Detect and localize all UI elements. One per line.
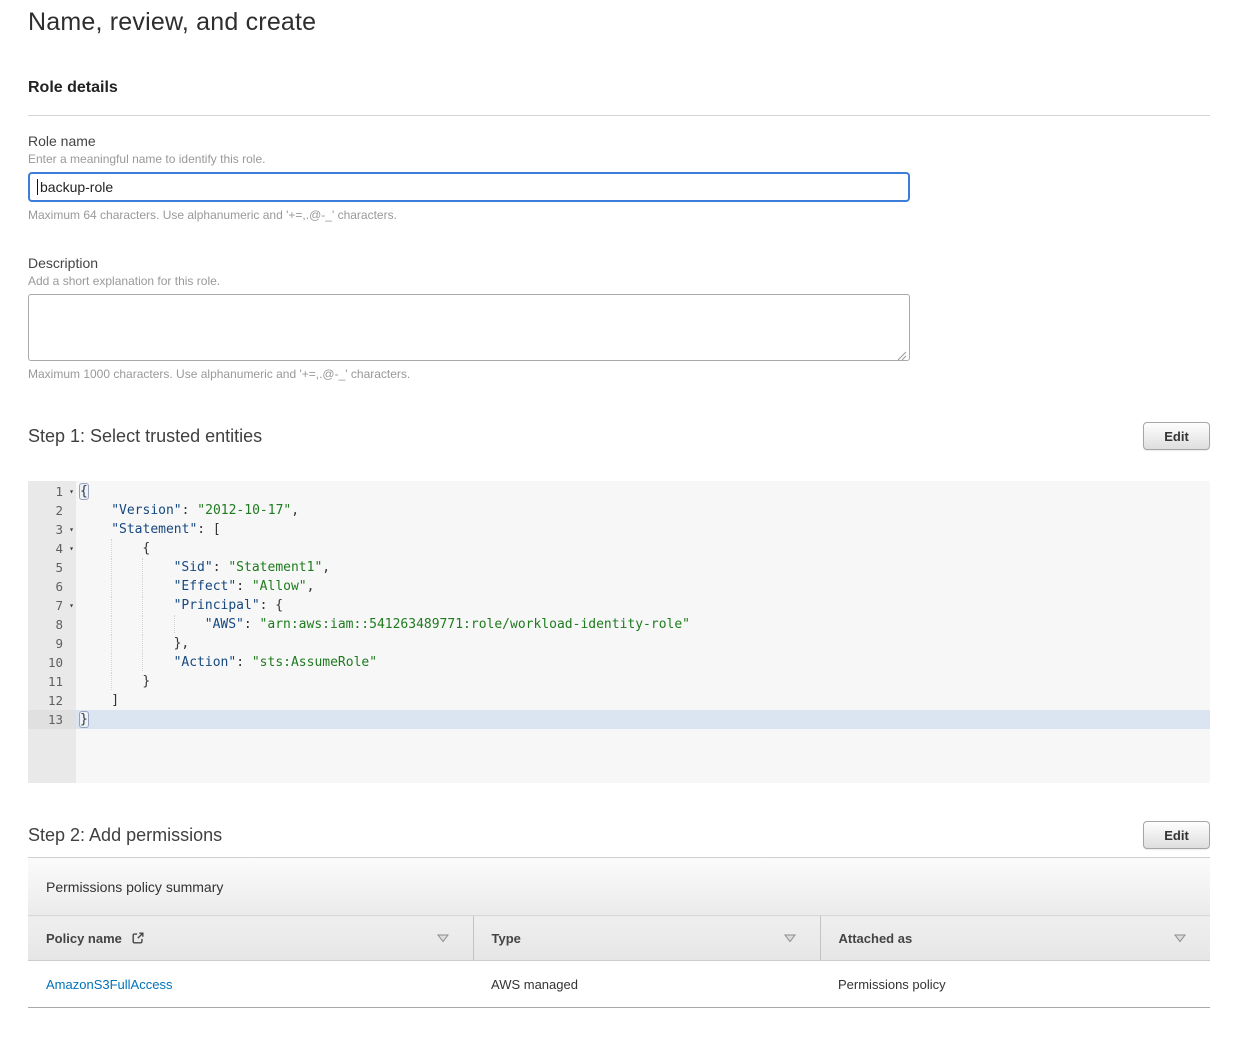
code-line-1[interactable]: {: [76, 482, 1210, 501]
page: Name, review, and create Role details Ro…: [0, 0, 1242, 1008]
role-name-input[interactable]: [28, 172, 910, 202]
gutter-line-11: 11: [28, 672, 76, 691]
role-details-heading: Role details: [28, 79, 1210, 97]
step2-edit-button[interactable]: Edit: [1143, 821, 1210, 849]
gutter-line-4: 4▾: [28, 539, 76, 558]
code-line-4[interactable]: {: [76, 539, 1210, 558]
column-label: Attached as: [839, 931, 913, 946]
column-label: Type: [492, 931, 521, 946]
role-name-label: Role name: [28, 133, 1210, 149]
trust-policy-editor[interactable]: 1▾23▾4▾567▾8910111213 {"Version": "2012-…: [28, 481, 1210, 783]
cell-attached-as: Permissions policy: [820, 961, 1210, 1008]
description-label: Description: [28, 255, 1210, 271]
step1-edit-button[interactable]: Edit: [1143, 422, 1210, 450]
gutter-line-13: 13: [28, 710, 76, 729]
text-caret: [37, 179, 38, 195]
column-header-policy-name[interactable]: Policy name: [28, 916, 473, 961]
role-name-hint: Maximum 64 characters. Use alphanumeric …: [28, 208, 1210, 222]
page-title: Name, review, and create: [28, 8, 1210, 37]
description-field: Description Add a short explanation for …: [28, 255, 1210, 381]
line-number: 9: [55, 636, 63, 651]
line-number: 6: [55, 579, 63, 594]
code-line-7[interactable]: "Principal": {: [76, 596, 1210, 615]
step2-header-row: Step 2: Add permissions Edit: [28, 821, 1210, 849]
filter-icon[interactable]: [1174, 934, 1186, 943]
description-textarea[interactable]: [28, 294, 910, 361]
step2-heading: Step 2: Add permissions: [28, 825, 222, 846]
line-number: 4: [55, 541, 63, 556]
policy-name-link[interactable]: AmazonS3FullAccess: [46, 977, 172, 992]
cell-type: AWS managed: [473, 961, 820, 1008]
line-number: 5: [55, 560, 63, 575]
code-line-3[interactable]: "Statement": [: [76, 520, 1210, 539]
description-help: Add a short explanation for this role.: [28, 274, 1210, 288]
external-link-icon[interactable]: [131, 931, 145, 945]
gutter-line-7: 7▾: [28, 596, 76, 615]
role-name-field: Role name Enter a meaningful name to ide…: [28, 133, 1210, 222]
code-line-2[interactable]: "Version": "2012-10-17",: [76, 501, 1210, 520]
divider: [28, 115, 1210, 116]
permissions-policy-summary-panel: Permissions policy summary Policy name: [28, 857, 1210, 1008]
gutter-line-8: 8: [28, 615, 76, 634]
permissions-panel-title: Permissions policy summary: [28, 858, 1210, 915]
table-header-row: Policy name: [28, 916, 1210, 961]
gutter-line-2: 2: [28, 501, 76, 520]
code-line-13[interactable]: }: [76, 710, 1210, 729]
code-line-10[interactable]: "Action": "sts:AssumeRole": [76, 653, 1210, 672]
line-number: 2: [55, 503, 63, 518]
line-number: 8: [55, 617, 63, 632]
code-line-12[interactable]: ]: [76, 691, 1210, 710]
code-line-11[interactable]: }: [76, 672, 1210, 691]
permissions-table: Policy name: [28, 915, 1210, 1008]
gutter-line-3: 3▾: [28, 520, 76, 539]
gutter-line-1: 1▾: [28, 482, 76, 501]
editor-code[interactable]: {"Version": "2012-10-17","Statement": [{…: [76, 481, 1210, 783]
description-hint: Maximum 1000 characters. Use alphanumeri…: [28, 367, 1210, 381]
gutter-line-10: 10: [28, 653, 76, 672]
fold-toggle-icon[interactable]: ▾: [63, 520, 74, 539]
step1-heading: Step 1: Select trusted entities: [28, 426, 262, 447]
filter-icon[interactable]: [437, 934, 449, 943]
column-label: Policy name: [46, 931, 122, 946]
table-row: AmazonS3FullAccess AWS managed Permissio…: [28, 961, 1210, 1008]
line-number: 12: [48, 693, 63, 708]
fold-toggle-icon[interactable]: ▾: [63, 596, 74, 615]
code-line-5[interactable]: "Sid": "Statement1",: [76, 558, 1210, 577]
line-number: 13: [48, 712, 63, 727]
line-number: 11: [48, 674, 63, 689]
filter-icon[interactable]: [784, 934, 796, 943]
editor-gutter: 1▾23▾4▾567▾8910111213: [28, 481, 76, 783]
column-header-attached-as[interactable]: Attached as: [820, 916, 1210, 961]
line-number: 7: [55, 598, 63, 613]
cell-policy-name: AmazonS3FullAccess: [28, 961, 473, 1008]
role-name-help: Enter a meaningful name to identify this…: [28, 152, 1210, 166]
gutter-line-12: 12: [28, 691, 76, 710]
line-number: 10: [48, 655, 63, 670]
fold-toggle-icon[interactable]: ▾: [63, 539, 74, 558]
resize-handle-icon[interactable]: [897, 348, 907, 358]
line-number: 1: [55, 484, 63, 499]
gutter-line-6: 6: [28, 577, 76, 596]
step1-header-row: Step 1: Select trusted entities Edit: [28, 422, 1210, 450]
code-line-6[interactable]: "Effect": "Allow",: [76, 577, 1210, 596]
code-line-8[interactable]: "AWS": "arn:aws:iam::541263489771:role/w…: [76, 615, 1210, 634]
gutter-line-9: 9: [28, 634, 76, 653]
line-number: 3: [55, 522, 63, 537]
gutter-line-5: 5: [28, 558, 76, 577]
fold-toggle-icon[interactable]: ▾: [63, 482, 74, 501]
code-line-9[interactable]: },: [76, 634, 1210, 653]
column-header-type[interactable]: Type: [473, 916, 820, 961]
